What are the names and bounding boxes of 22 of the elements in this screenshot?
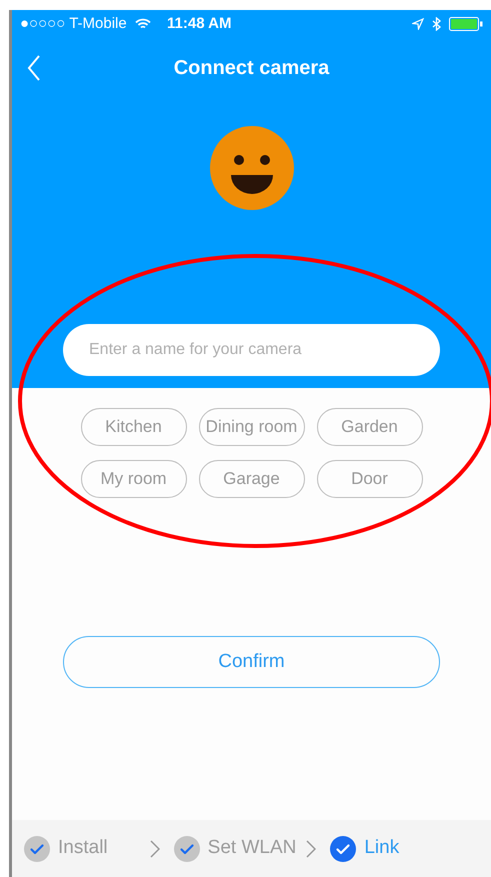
step-label: Link (364, 836, 400, 860)
name-suggestion-chip[interactable]: Garage (198, 460, 304, 498)
name-suggestion-chip[interactable]: Kitchen (80, 408, 186, 446)
chevron-icon (150, 840, 160, 858)
wifi-icon (134, 18, 151, 30)
name-suggestion-chip[interactable]: Dining room (198, 408, 304, 446)
name-suggestion-chip[interactable]: Door (316, 460, 422, 498)
carrier-text: ●○○○○ T-Mobile (20, 14, 127, 34)
chevron-icon (306, 840, 316, 858)
name-suggestion-chip[interactable]: Garden (316, 408, 422, 446)
back-icon (27, 54, 41, 82)
name-suggestion-chip[interactable]: My room (80, 460, 186, 498)
location-icon (412, 18, 424, 30)
camera-name-field[interactable]: Enter a name for your camera (63, 324, 440, 376)
step-label: Set WLAN (208, 836, 296, 860)
bluetooth-icon (432, 17, 441, 31)
screen-title: Connect camera (174, 56, 330, 81)
smiley-icon (208, 125, 294, 211)
confirm-button[interactable]: Confirm (63, 636, 440, 688)
battery-icon (449, 17, 483, 31)
status-time: 11:48 AM (167, 14, 232, 34)
step-label: Install (58, 836, 108, 860)
